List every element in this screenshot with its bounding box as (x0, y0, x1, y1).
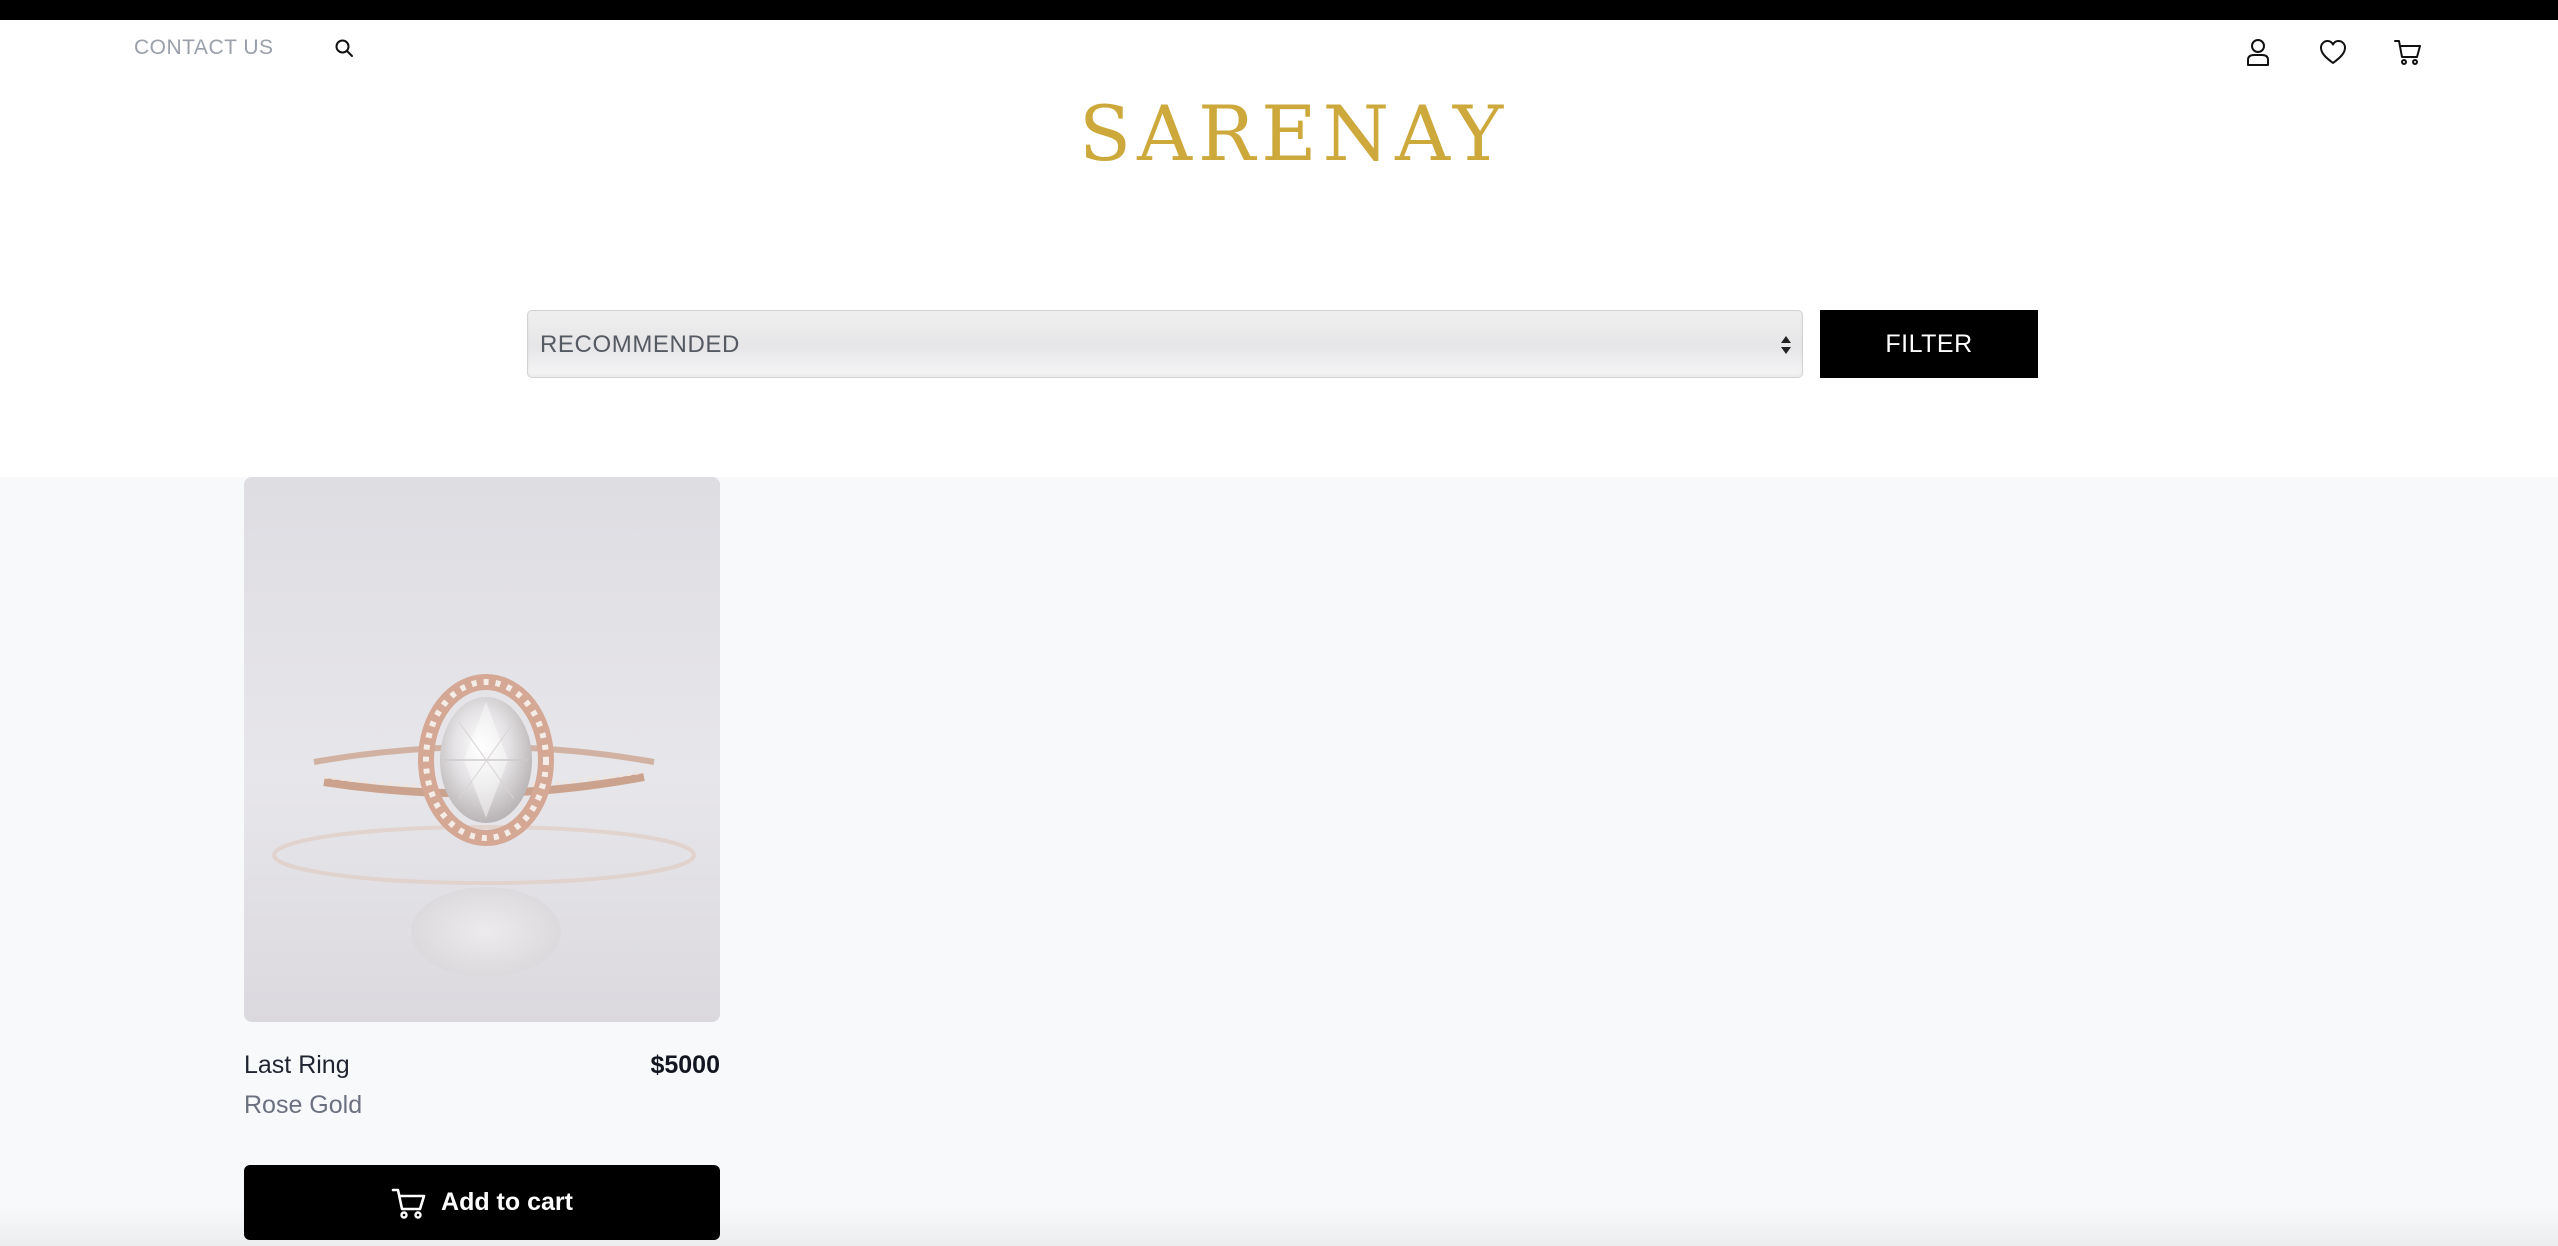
product-variant: Rose Gold (244, 1091, 363, 1119)
brand-logo[interactable]: SARENAY (1079, 84, 1503, 184)
product-price: $5000 (650, 1051, 720, 1079)
sort-select[interactable]: RECOMMENDED (527, 310, 1803, 378)
select-arrows-icon (1781, 336, 1791, 354)
account-button[interactable] (2238, 32, 2278, 72)
bottom-shadow (0, 1206, 2558, 1246)
filter-button[interactable]: FILTER (1820, 310, 2038, 378)
search-icon (335, 39, 353, 57)
cart-button[interactable] (2388, 32, 2428, 72)
contact-us-link[interactable]: CONTACT US (134, 36, 274, 60)
product-grid: Last Ring $5000 Rose Gold Add to cart (0, 477, 2558, 1246)
site-header: CONTACT US SARENAY (0, 20, 2558, 477)
ring-photo (244, 477, 720, 1022)
wishlist-button[interactable] (2313, 32, 2353, 72)
product-image[interactable] (244, 477, 720, 1022)
heart-icon (2320, 40, 2346, 64)
product-name[interactable]: Last Ring (244, 1051, 350, 1080)
sort-selected-value: RECOMMENDED (540, 331, 740, 358)
cart-icon (2394, 40, 2421, 65)
top-strip (0, 0, 2558, 20)
search-button[interactable] (330, 34, 358, 62)
user-icon (2247, 39, 2269, 66)
